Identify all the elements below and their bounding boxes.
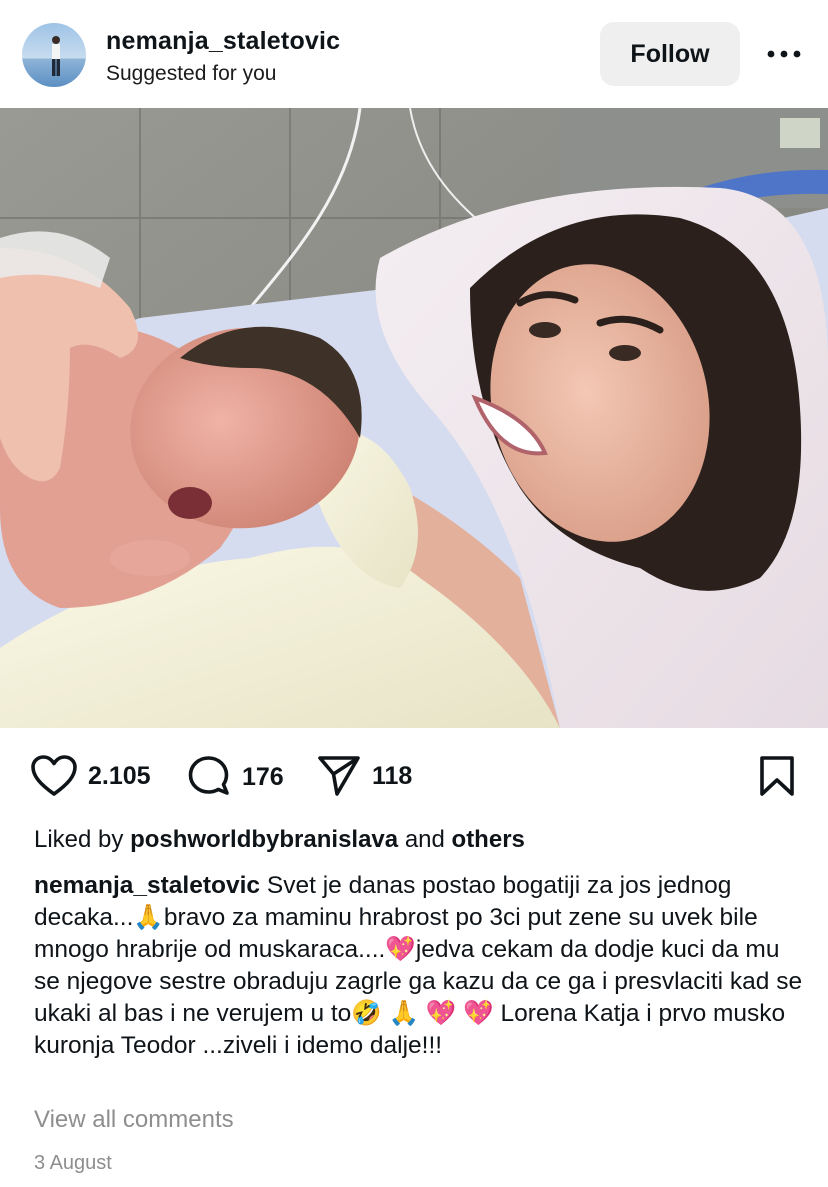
post-author-username[interactable]: nemanja_staletovic (106, 27, 340, 56)
like-action[interactable]: 2.105 (30, 754, 151, 798)
more-options-icon[interactable] (760, 30, 808, 78)
save-action[interactable] (758, 754, 796, 798)
post-date: 3 August (34, 1152, 112, 1174)
caption-username[interactable]: nemanja_staletovic (34, 872, 260, 899)
action-bar: 2.105 176 118 (0, 740, 828, 816)
liked-by-conj: and (404, 826, 445, 853)
liked-by-prefix: Liked by (34, 826, 124, 853)
caption-text: Svet je danas postao bogatiji za jos jed… (34, 872, 803, 1059)
liked-by-others[interactable]: others (452, 826, 525, 853)
view-all-comments-link[interactable]: View all comments (34, 1106, 234, 1134)
comment-icon[interactable] (186, 754, 232, 800)
liked-by-user[interactable]: poshworldbybranislava (130, 826, 398, 853)
likes-count: 2.105 (88, 761, 151, 790)
heart-icon[interactable] (30, 754, 78, 798)
shares-count: 118 (372, 761, 413, 790)
liked-by-line: Liked by poshworldbybranislava and other… (34, 826, 525, 854)
send-icon[interactable] (316, 754, 362, 798)
avatar[interactable] (22, 23, 86, 87)
comments-count: 176 (242, 762, 284, 791)
comment-action[interactable]: 176 (186, 754, 284, 800)
bookmark-icon[interactable] (758, 754, 796, 798)
suggested-label: Suggested for you (106, 62, 277, 85)
follow-button[interactable]: Follow (600, 22, 740, 86)
avatar-person-figure (52, 36, 60, 76)
post-header: nemanja_staletovic Suggested for you Fol… (0, 0, 828, 108)
post-photo-illustration (0, 108, 828, 728)
share-action[interactable]: 118 (316, 754, 412, 798)
post-caption: nemanja_staletovic Svet je danas postao … (34, 870, 804, 1062)
post-photo[interactable] (0, 108, 828, 728)
